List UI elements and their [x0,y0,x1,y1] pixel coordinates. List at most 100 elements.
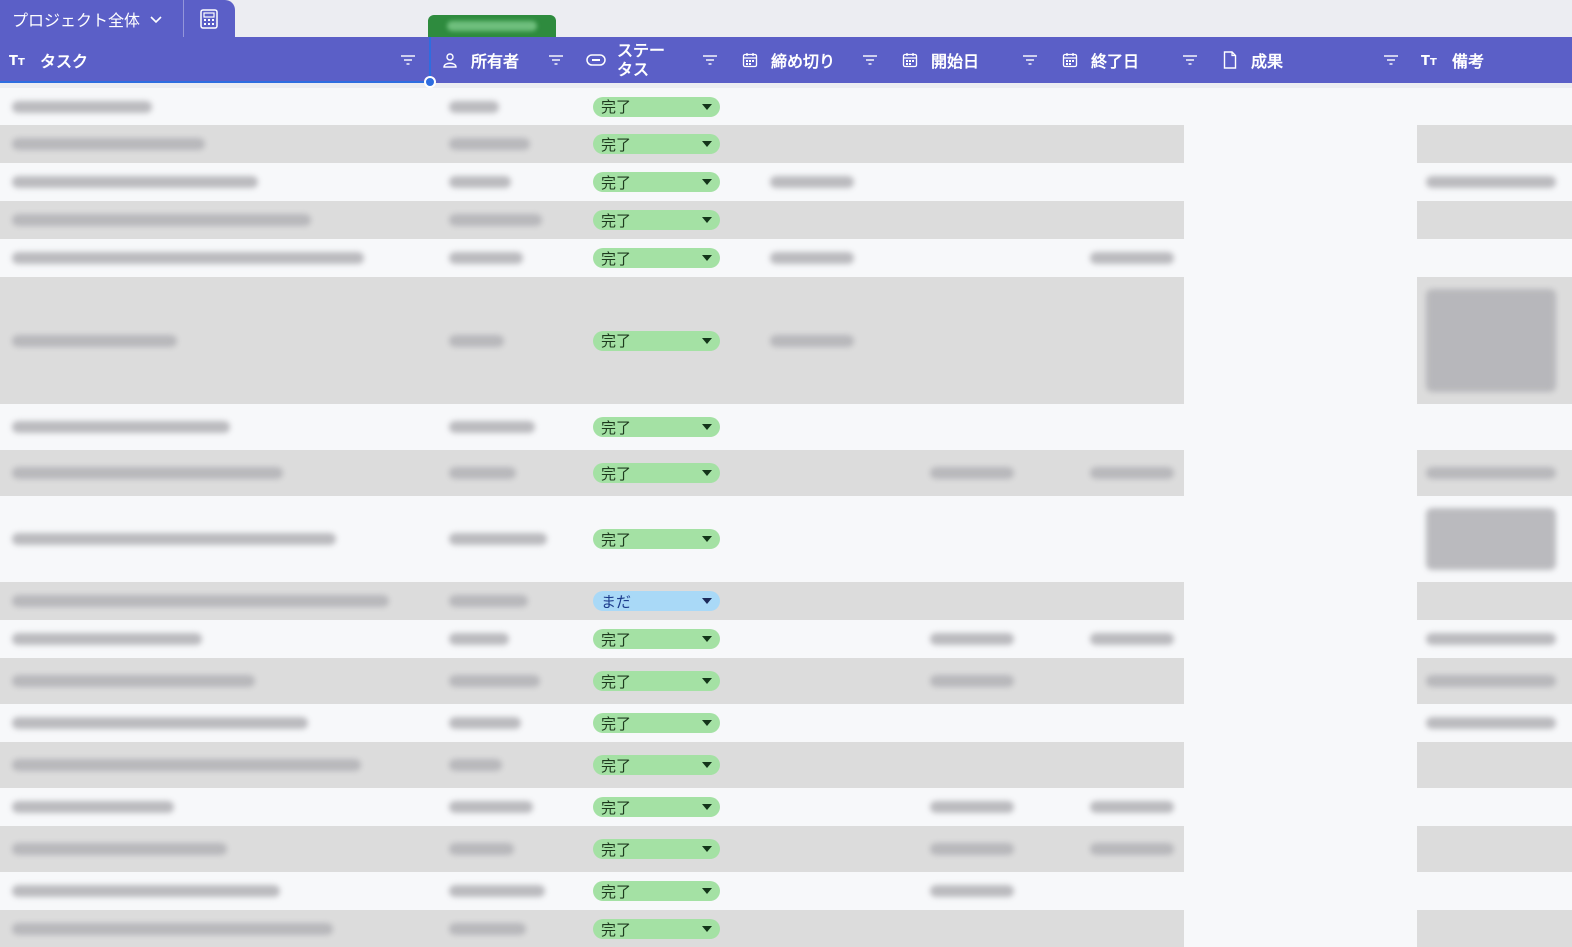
table-row[interactable]: 完了 [0,163,1572,201]
owner-cell[interactable] [431,742,577,788]
filter-icon[interactable] [701,51,719,69]
status-dropdown[interactable]: 完了 [593,417,720,437]
status-dropdown[interactable]: まだ [593,591,720,611]
task-cell[interactable] [0,658,431,704]
filter-icon[interactable] [399,51,417,69]
status-dropdown[interactable]: 完了 [593,134,720,154]
table-row[interactable]: 完了 [0,872,1572,910]
owner-cell[interactable] [431,239,577,277]
table-row[interactable]: 完了 [0,788,1572,826]
owner-cell[interactable] [431,788,577,826]
owner-cell[interactable] [431,582,577,620]
result-cell[interactable] [1184,788,1417,826]
column-header-end[interactable]: 終了日 [1051,37,1211,83]
task-cell[interactable] [0,450,431,496]
owner-cell[interactable] [431,404,577,450]
owner-cell[interactable] [431,163,577,201]
owner-cell[interactable] [431,88,577,125]
table-row[interactable]: まだ [0,582,1572,620]
status-dropdown[interactable]: 完了 [593,463,720,483]
owner-cell[interactable] [431,277,577,404]
status-dropdown[interactable]: 完了 [593,210,720,230]
filter-icon[interactable] [1181,51,1199,69]
task-cell[interactable] [0,125,431,163]
result-cell[interactable] [1184,239,1417,277]
table-row[interactable]: 完了 [0,125,1572,163]
table-row[interactable]: 完了 [0,239,1572,277]
task-cell[interactable] [0,88,431,125]
owner-cell[interactable] [431,620,577,658]
result-cell[interactable] [1184,872,1417,910]
column-header-owner[interactable]: 所有者 [431,37,577,83]
owner-cell[interactable] [431,125,577,163]
result-cell[interactable] [1184,826,1417,872]
task-cell[interactable] [0,742,431,788]
owner-cell[interactable] [431,496,577,582]
task-cell[interactable] [0,704,431,742]
table-row[interactable]: 完了 [0,742,1572,788]
task-cell[interactable] [0,620,431,658]
status-dropdown[interactable]: 完了 [593,797,720,817]
filter-icon[interactable] [1382,51,1400,69]
group-label-pill[interactable] [428,15,556,37]
result-cell[interactable] [1184,620,1417,658]
table-row[interactable]: 完了 [0,496,1572,582]
status-dropdown[interactable]: 完了 [593,529,720,549]
result-cell[interactable] [1184,163,1417,201]
result-cell[interactable] [1184,742,1417,788]
view-tab[interactable]: プロジェクト全体 [0,0,235,37]
column-header-result[interactable]: 成果 [1211,37,1412,83]
result-cell[interactable] [1184,125,1417,163]
status-dropdown[interactable]: 完了 [593,839,720,859]
filter-icon[interactable] [547,51,565,69]
view-selector[interactable]: プロジェクト全体 [0,0,184,37]
owner-cell[interactable] [431,201,577,239]
result-cell[interactable] [1184,496,1417,582]
status-dropdown[interactable]: 完了 [593,96,720,117]
task-cell[interactable] [0,788,431,826]
result-cell[interactable] [1184,404,1417,450]
filter-icon[interactable] [861,51,879,69]
status-dropdown[interactable]: 完了 [593,330,720,351]
task-cell[interactable] [0,277,431,404]
owner-cell[interactable] [431,826,577,872]
table-row[interactable]: 完了 [0,704,1572,742]
filter-icon[interactable] [1021,51,1039,69]
task-cell[interactable] [0,404,431,450]
result-cell[interactable] [1184,88,1417,125]
status-dropdown[interactable]: 完了 [593,629,720,649]
task-cell[interactable] [0,826,431,872]
result-cell[interactable] [1184,582,1417,620]
owner-cell[interactable] [431,658,577,704]
status-dropdown[interactable]: 完了 [593,248,720,268]
result-cell[interactable] [1184,201,1417,239]
column-header-deadline[interactable]: 締め切り [731,37,891,83]
task-cell[interactable] [0,582,431,620]
result-cell[interactable] [1184,658,1417,704]
task-cell[interactable] [0,496,431,582]
table-row[interactable]: 完了 [0,201,1572,239]
owner-cell[interactable] [431,910,577,947]
status-dropdown[interactable]: 完了 [593,755,720,775]
table-row[interactable]: 完了 [0,450,1572,496]
result-cell[interactable] [1184,704,1417,742]
column-header-notes[interactable]: T T 備考 [1412,37,1572,83]
table-row[interactable]: 完了 [0,910,1572,947]
table-row[interactable]: 完了 [0,620,1572,658]
status-dropdown[interactable]: 完了 [593,881,720,901]
task-cell[interactable] [0,201,431,239]
result-cell[interactable] [1184,910,1417,947]
table-row[interactable]: 完了 [0,277,1572,404]
status-dropdown[interactable]: 完了 [593,919,720,939]
table-row[interactable]: 完了 [0,826,1572,872]
result-cell[interactable] [1184,450,1417,496]
column-resize-handle[interactable] [424,76,436,88]
calculator-button[interactable] [184,0,234,37]
task-cell[interactable] [0,163,431,201]
task-cell[interactable] [0,872,431,910]
table-row[interactable]: 完了 [0,404,1572,450]
task-cell[interactable] [0,239,431,277]
status-dropdown[interactable]: 完了 [593,671,720,691]
owner-cell[interactable] [431,872,577,910]
status-dropdown[interactable]: 完了 [593,713,720,733]
